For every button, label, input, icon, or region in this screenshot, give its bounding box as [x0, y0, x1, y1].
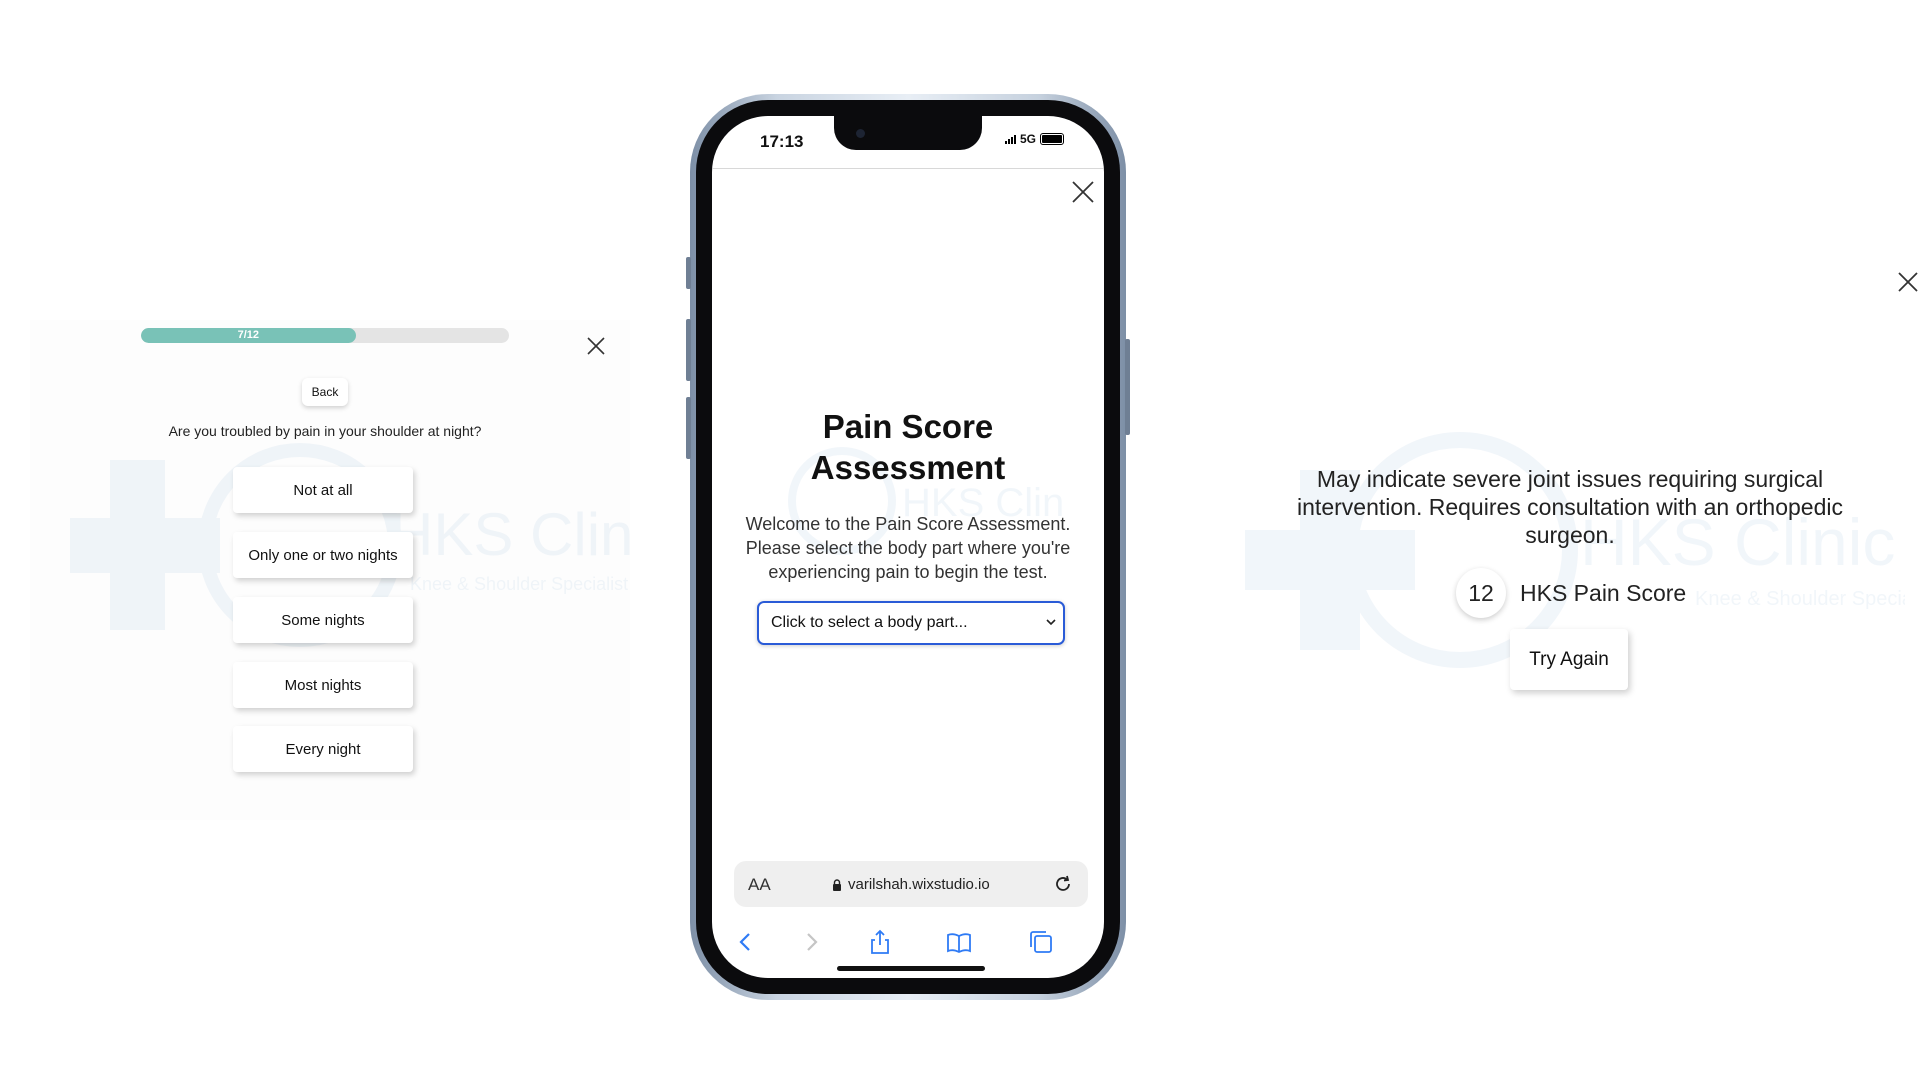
status-divider	[712, 168, 1104, 169]
chevron-down-icon	[1046, 619, 1056, 626]
watermark-subtext: Knee & Shoulder Specialist	[410, 574, 628, 594]
url-text: varilshah.wixstudio.io	[848, 876, 990, 893]
score-row: 12 HKS Pain Score	[1456, 567, 1686, 619]
result-description-line: intervention. Requires consultation with…	[1297, 494, 1843, 520]
try-again-button[interactable]: Try Again	[1510, 629, 1628, 690]
forward-arrow-icon[interactable]	[797, 928, 825, 956]
close-icon[interactable]	[585, 335, 607, 357]
answer-option-most-nights[interactable]: Most nights	[233, 662, 413, 708]
modal-title-line: Pain Score	[822, 408, 994, 445]
question-panel: HKS Clinic Knee & Shoulder Specialist 7/…	[30, 320, 630, 820]
modal-title-line: Assessment	[810, 449, 1006, 486]
progress-bar: 7/12	[141, 328, 509, 343]
answer-option-not-at-all[interactable]: Not at all	[233, 467, 413, 513]
answer-option-one-or-two-nights[interactable]: Only one or two nights	[233, 532, 413, 578]
phone-screen: 17:13 5G HKS Clinic Pain Score Assessmen…	[712, 116, 1104, 978]
result-description-line: May indicate severe joint issues requiri…	[1316, 466, 1824, 492]
answer-option-every-night[interactable]: Every night	[233, 726, 413, 772]
tabs-icon[interactable]	[1027, 928, 1055, 956]
camera-icon	[856, 129, 865, 138]
modal-description-line: Please select the body part where you're	[745, 538, 1071, 558]
back-button[interactable]: Back	[302, 378, 348, 406]
modal-description: Welcome to the Pain Score Assessment. Pl…	[740, 512, 1076, 584]
battery-icon	[1040, 133, 1064, 145]
status-indicators: 5G	[1004, 132, 1064, 146]
url-display: varilshah.wixstudio.io	[832, 876, 990, 893]
close-icon[interactable]	[1896, 270, 1920, 294]
browser-address-bar[interactable]: AA varilshah.wixstudio.io	[734, 861, 1088, 907]
modal-description-line: experiencing pain to begin the test.	[768, 562, 1048, 582]
watermark-subtext: Knee & Shoulder Specialist	[1695, 588, 1905, 610]
score-value: 12	[1456, 568, 1506, 618]
result-description: May indicate severe joint issues requiri…	[1280, 465, 1860, 549]
watermark-text: HKS Clinic	[390, 501, 630, 568]
close-icon[interactable]	[1070, 179, 1096, 205]
score-label: HKS Pain Score	[1520, 579, 1687, 606]
question-text: Are you troubled by pain in your shoulde…	[168, 423, 482, 439]
status-time: 17:13	[760, 132, 804, 151]
answer-option-some-nights[interactable]: Some nights	[233, 597, 413, 643]
modal-title: Pain Score Assessment	[712, 406, 1104, 488]
volume-down-button	[686, 397, 691, 459]
back-arrow-icon[interactable]	[732, 928, 760, 956]
result-description-line: surgeon.	[1525, 522, 1615, 548]
modal-description-line: Welcome to the Pain Score Assessment.	[745, 514, 1071, 534]
volume-up-button	[686, 319, 691, 381]
power-button	[1125, 339, 1130, 435]
progress-label: 7/12	[237, 329, 260, 341]
notch	[834, 116, 982, 150]
text-size-button[interactable]: AA	[748, 875, 771, 895]
share-icon[interactable]	[866, 928, 894, 956]
silent-switch	[686, 257, 691, 289]
body-part-select-value: Click to select a body part...	[771, 614, 968, 631]
home-indicator	[837, 966, 985, 971]
body-part-select[interactable]: Click to select a body part...	[757, 601, 1065, 645]
lock-icon	[833, 878, 841, 891]
phone-mockup: 17:13 5G HKS Clinic Pain Score Assessmen…	[686, 94, 1130, 1000]
reload-icon[interactable]	[1052, 873, 1074, 895]
bookmarks-icon[interactable]	[945, 928, 973, 956]
signal-icon	[1004, 134, 1016, 144]
network-label: 5G	[1019, 132, 1036, 146]
